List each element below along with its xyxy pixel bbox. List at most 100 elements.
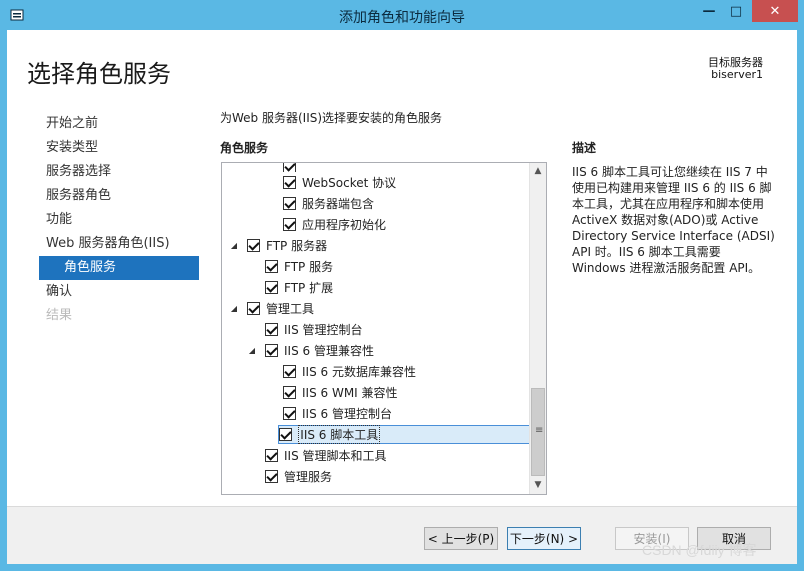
checkbox[interactable] [283, 365, 296, 378]
expand-arrow-icon[interactable]: ◢ [246, 345, 258, 357]
scroll-up-arrow-icon[interactable]: ▲ [530, 163, 546, 180]
tree-item[interactable]: FTP 服务器 [246, 236, 330, 255]
tree-row[interactable]: IIS 管理脚本和工具 [222, 445, 530, 466]
tree-row[interactable]: IIS 6 管理控制台 [222, 403, 530, 424]
checkbox[interactable] [265, 260, 278, 273]
checkbox[interactable] [283, 407, 296, 420]
tree-row[interactable]: IIS 管理控制台 [222, 319, 530, 340]
instruction-text: 为Web 服务器(IIS)选择要安装的角色服务 [220, 111, 443, 125]
tree-item-label: IIS 管理脚本和工具 [284, 449, 387, 463]
nav-item[interactable]: 服务器选择 [39, 160, 199, 184]
minimize-button[interactable]: — [696, 0, 722, 22]
description-heading: 描述 [572, 141, 597, 155]
tree-item[interactable]: 管理工具 [246, 299, 317, 318]
nav-item[interactable]: 服务器角色 [39, 184, 199, 208]
nav-item[interactable]: 开始之前 [39, 112, 199, 136]
role-services-heading: 角色服务 [220, 141, 269, 155]
checkbox[interactable] [279, 428, 293, 441]
expand-arrow-icon[interactable]: ◢ [228, 303, 240, 315]
tree-item-label: WebSocket 协议 [302, 176, 397, 190]
tree-item[interactable]: 管理服务 [264, 467, 335, 486]
wizard-nav: 开始之前 安装类型 服务器选择 服务器角色 功能 Web 服务器角色(IIS) 角色服务 确认… [39, 112, 199, 328]
tree-item[interactable]: FTP 扩展 [264, 278, 336, 297]
tree-item-label: 服务器端包含 [302, 197, 375, 211]
tree-row[interactable]: IIS 6 元数据库兼容性 [222, 361, 530, 382]
tree-row[interactable]: FTP 扩展 [222, 277, 530, 298]
tree-row[interactable]: 服务器端包含 [222, 193, 530, 214]
tree-row[interactable] [222, 163, 530, 172]
tree-row[interactable]: FTP 服务 [222, 256, 530, 277]
checkbox[interactable] [283, 176, 296, 189]
page-title: 选择角色服务 [27, 60, 171, 88]
destination-server-name: biserver1 [711, 68, 763, 81]
tree-item-label: IIS 6 WMI 兼容性 [302, 386, 398, 400]
checkbox[interactable] [265, 470, 278, 483]
expand-arrow-icon[interactable]: ◢ [228, 240, 240, 252]
tree-item[interactable]: IIS 6 管理兼容性 [264, 341, 377, 360]
checkbox[interactable] [283, 163, 296, 172]
checkbox[interactable] [265, 281, 278, 294]
tree-item-label: FTP 服务 [284, 260, 334, 274]
tree-item[interactable]: WebSocket 协议 [282, 173, 399, 192]
next-button[interactable]: 下一步(N) > [507, 527, 581, 550]
wizard-client-area: 选择角色服务 目标服务器 biserver1 开始之前 安装类型 服务器选择 服务器角… [7, 30, 797, 564]
previous-button[interactable]: < 上一步(P) [424, 527, 498, 550]
tree-item[interactable]: IIS 6 WMI 兼容性 [282, 383, 401, 402]
tree-item[interactable]: IIS 6 元数据库兼容性 [282, 362, 419, 381]
tree-item-label: FTP 服务器 [266, 239, 328, 253]
tree-item[interactable]: 应用程序初始化 [282, 215, 389, 234]
tree-item[interactable] [282, 163, 305, 172]
tree-row[interactable]: ◢ IIS 6 管理兼容性 [222, 340, 530, 361]
tree-item[interactable]: 服务器端包含 [282, 194, 377, 213]
description-text: IIS 6 脚本工具可让您继续在 IIS 7 中使用已构建用来管理 IIS 6 … [572, 165, 775, 275]
scroll-down-arrow-icon[interactable]: ▼ [530, 477, 546, 494]
title-bar[interactable]: 添加角色和功能向导 — □ ✕ [0, 0, 804, 30]
checkbox[interactable] [265, 449, 278, 462]
tree-scrollbar[interactable]: ▲ ≡ ▼ [529, 163, 546, 494]
tree-item[interactable]: IIS 管理脚本和工具 [264, 446, 390, 465]
tree-item-label: IIS 6 脚本工具 [298, 425, 381, 444]
checkbox[interactable] [283, 218, 296, 231]
nav-item[interactable]: 确认 [39, 280, 199, 304]
tree-item[interactable]: IIS 6 管理控制台 [282, 404, 395, 423]
tree-item-label: 管理服务 [284, 470, 333, 484]
checkbox[interactable] [265, 344, 278, 357]
tree-item[interactable]: FTP 服务 [264, 257, 336, 276]
nav-item[interactable]: 功能 [39, 208, 199, 232]
tree-item[interactable]: IIS 6 脚本工具 [278, 425, 530, 444]
tree-row[interactable]: IIS 6 脚本工具 [222, 424, 530, 445]
nav-item[interactable]: 角色服务 [39, 256, 199, 280]
tree-row[interactable]: IIS 6 WMI 兼容性 [222, 382, 530, 403]
checkbox[interactable] [247, 239, 260, 252]
checkbox[interactable] [247, 302, 260, 315]
nav-item[interactable]: 安装类型 [39, 136, 199, 160]
maximize-button[interactable]: □ [723, 0, 749, 22]
scroll-thumb[interactable]: ≡ [531, 388, 545, 476]
nav-item[interactable]: Web 服务器角色(IIS) [39, 232, 199, 256]
tree-row[interactable]: ◢ 管理工具 [222, 298, 530, 319]
checkbox[interactable] [283, 386, 296, 399]
checkbox[interactable] [265, 323, 278, 336]
tree-item-label: IIS 管理控制台 [284, 323, 363, 337]
tree-row[interactable]: 管理服务 [222, 466, 530, 487]
tree-row[interactable]: 应用程序初始化 [222, 214, 530, 235]
window-frame: 添加角色和功能向导 — □ ✕ 选择角色服务 目标服务器 biserver1 开… [0, 0, 804, 571]
close-button[interactable]: ✕ [752, 0, 798, 22]
tree-row[interactable]: ◢ FTP 服务器 [222, 235, 530, 256]
tree-item[interactable]: IIS 管理控制台 [264, 320, 366, 339]
tree-row[interactable]: WebSocket 协议 [222, 172, 530, 193]
tree-item-label: IIS 6 管理控制台 [302, 407, 392, 421]
tree-item-label: IIS 6 管理兼容性 [284, 344, 374, 358]
role-services-tree[interactable]: WebSocket 协议 服务器端包含应用程序初始化 ◢ FTP 服务器 FTP 服务 F… [221, 162, 547, 495]
tree-item-label: FTP 扩展 [284, 281, 334, 295]
checkbox[interactable] [283, 197, 296, 210]
